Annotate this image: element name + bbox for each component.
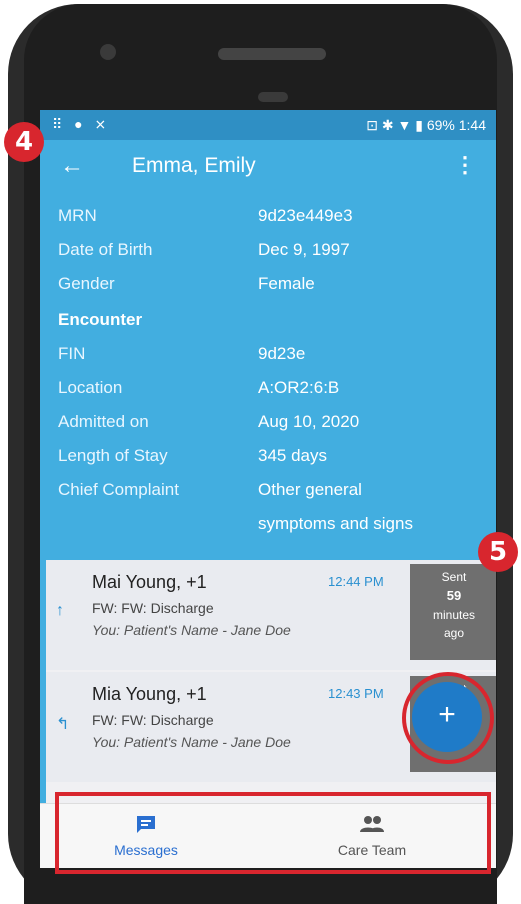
gender-value: Female (258, 274, 315, 293)
location-value: A:OR2:6:B (258, 378, 340, 397)
sent-ago: ago (443, 626, 465, 640)
message-subject: FW: FW: Discharge (92, 600, 214, 616)
sent-count: 59 (446, 588, 462, 603)
fin-label: FIN (58, 344, 86, 363)
front-camera (100, 44, 116, 60)
message-item[interactable]: ↑ Mai Young, +1 12:44 PM FW: FW: Dischar… (46, 560, 496, 670)
encounter-heading: Encounter (58, 310, 143, 329)
patient-header: ← Emma, Emily ⋮ MRN 9d23e449e3 Date of B… (40, 140, 496, 560)
more-menu-icon[interactable]: ⋮ (454, 152, 476, 178)
battery-icon: ▮ (415, 117, 423, 133)
message-sender: Mia Young, +1 (92, 684, 207, 704)
message-time: 12:43 PM (328, 686, 384, 701)
length-of-stay-label: Length of Stay (58, 446, 168, 465)
admitted-label: Admitted on (58, 412, 149, 431)
back-arrow-icon[interactable]: ← (60, 154, 84, 178)
mrn-value: 9d23e449e3 (258, 206, 353, 225)
outgoing-arrow-icon: ↑ (56, 602, 64, 619)
bottom-nav-highlight-box (55, 792, 491, 874)
mrn-label: MRN (58, 206, 97, 225)
status-right: ⊡ ✱ ▼ ▮ 69% 1:44 (366, 117, 486, 134)
admitted-value: Aug 10, 2020 (258, 412, 360, 431)
dob-value: Dec 9, 1997 (258, 240, 350, 259)
annotation-badge-5: 5 (478, 532, 518, 572)
chief-complaint-value-line1: Other general (258, 480, 362, 499)
app-screen: ⠿ ● ⨯ ⊡ ✱ ▼ ▮ 69% 1:44 ← Emma, Emily ⋮ M… (40, 110, 496, 868)
gender-label: Gender (58, 274, 115, 293)
new-message-fab[interactable]: + (412, 682, 482, 752)
notification-icons: ⠿ ● ⨯ (52, 116, 111, 132)
wifi-icon: ▼ (397, 117, 412, 133)
earpiece-speaker (218, 48, 326, 60)
cast-icon: ⊡ (366, 117, 378, 133)
message-preview: You: Patient's Name - Jane Doe (92, 622, 291, 638)
battery-percent: 69% (426, 117, 455, 133)
sent-label: Sent (441, 570, 467, 584)
sent-unit: minutes (432, 608, 476, 622)
annotation-badge-4: 4 (4, 122, 44, 162)
length-of-stay-value: 345 days (258, 446, 327, 465)
dob-label: Date of Birth (58, 240, 153, 259)
message-preview: You: Patient's Name - Jane Doe (92, 734, 291, 750)
message-sender: Mai Young, +1 (92, 572, 207, 592)
reply-arrow-icon: ↰ (56, 716, 70, 733)
patient-name: Emma, Emily (132, 154, 256, 177)
fin-value: 9d23e (258, 344, 306, 363)
bluetooth-icon: ✱ (381, 117, 394, 133)
location-label: Location (58, 378, 123, 397)
status-bar: ⠿ ● ⨯ ⊡ ✱ ▼ ▮ 69% 1:44 (40, 110, 496, 140)
sent-status-badge: Sent 59 minutes ago (410, 564, 496, 660)
clock: 1:44 (458, 117, 486, 133)
proximity-sensor (258, 92, 288, 102)
message-time: 12:44 PM (328, 574, 384, 589)
chief-complaint-value-line2: symptoms and signs (258, 514, 413, 533)
chief-complaint-label: Chief Complaint (58, 480, 179, 499)
message-subject: FW: FW: Discharge (92, 712, 214, 728)
